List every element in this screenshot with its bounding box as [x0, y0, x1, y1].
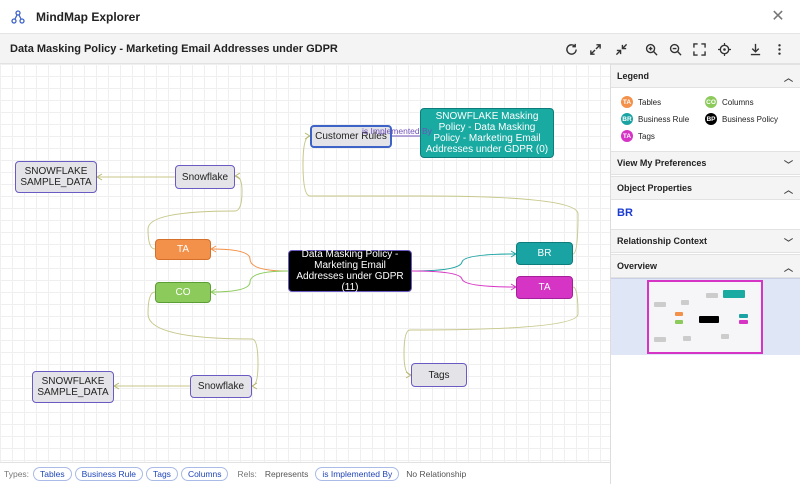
chevron-down-icon[interactable]: ﹀ — [784, 236, 793, 249]
title-bar: MindMap Explorer ✕ — [0, 0, 800, 34]
rel-chip-is-implemented-by[interactable]: is Implemented By — [315, 466, 400, 481]
legend-label: Business Policy — [722, 114, 779, 124]
link-center-co — [210, 270, 289, 293]
mini-node — [699, 316, 719, 323]
tables-node-left[interactable]: TA — [155, 239, 211, 260]
business-rule-badge: BR — [621, 113, 633, 125]
relationship-context-header[interactable]: Relationship Context ﹀ — [611, 229, 800, 253]
link-ta-tags — [403, 286, 579, 376]
chevron-down-icon[interactable]: ﹀ — [784, 158, 793, 171]
preferences-title: View My Preferences — [617, 158, 707, 168]
legend-title: Legend — [617, 71, 650, 81]
chevron-up-icon[interactable]: ︿ — [784, 183, 793, 196]
legend-item-tables: TA Tables — [621, 96, 661, 108]
close-icon[interactable]: ✕ — [770, 9, 786, 25]
link-center-ta — [210, 248, 289, 272]
object-properties-title: Object Properties — [617, 183, 693, 193]
type-chip-business-rule[interactable]: Business Rule — [74, 466, 143, 481]
preferences-header[interactable]: View My Preferences ﹀ — [611, 151, 800, 175]
sample-data-node-top[interactable]: SNOWFLAKE SAMPLE_DATA — [15, 161, 97, 193]
overview-title: Overview — [617, 261, 658, 271]
legend-item-business-rule: BR Business Rule — [621, 113, 689, 125]
mindmap-icon — [10, 9, 26, 25]
tags-badge: TA — [621, 130, 633, 142]
business-rule-node[interactable]: BR — [516, 242, 573, 265]
mini-node — [654, 337, 666, 342]
toolbar: Data Masking Policy - Marketing Email Ad… — [0, 34, 800, 64]
types-label: Types: — [4, 468, 30, 479]
legend-item-columns: CO Columns — [705, 96, 754, 108]
overview-header[interactable]: Overview ︿ — [611, 254, 800, 278]
type-chip-tags[interactable]: Tags — [145, 466, 178, 481]
collapse-icon[interactable] — [613, 41, 629, 57]
mini-node — [706, 293, 718, 298]
center-focus-icon[interactable] — [716, 41, 732, 57]
mini-node — [739, 320, 748, 324]
legend-item-business-policy: BP Business Policy — [705, 113, 778, 125]
sample-data-node-bottom[interactable]: SNOWFLAKE SAMPLE_DATA — [32, 371, 114, 403]
rel-chip-no-relationship[interactable]: No Relationship — [402, 467, 471, 480]
page-title: Data Masking Policy - Marketing Email Ad… — [10, 42, 338, 55]
mini-node — [654, 302, 666, 307]
rel-chip-represents[interactable]: Represents — [260, 467, 313, 480]
edge-label-implemented-by: is Implemented By — [362, 126, 432, 136]
link-center-tags — [411, 270, 517, 288]
zoom-out-icon[interactable] — [667, 41, 683, 57]
rels-label: Rels: — [237, 468, 257, 479]
link-center-br — [411, 253, 517, 272]
columns-node-left[interactable]: CO — [155, 282, 211, 303]
legend-label: Tables — [638, 97, 662, 107]
snowflake-node-top[interactable]: Snowflake — [175, 165, 235, 189]
relationship-context-title: Relationship Context — [617, 236, 708, 246]
app-title: MindMap Explorer — [36, 9, 141, 24]
center-node[interactable]: Data Masking Policy - Marketing Email Ad… — [288, 249, 412, 293]
expand-icon[interactable] — [587, 41, 603, 57]
type-chip-tables[interactable]: Tables — [33, 466, 72, 481]
filter-bar: Types: Tables Business Rule Tags Columns… — [0, 462, 610, 484]
tags-leaf-node[interactable]: Tags — [411, 363, 467, 387]
download-icon[interactable] — [747, 41, 763, 57]
link-co-snowflake — [147, 291, 259, 387]
snowflake-node-bottom[interactable]: Snowflake — [190, 375, 252, 398]
mini-node — [683, 336, 691, 341]
tags-node-right[interactable]: TA — [516, 276, 573, 299]
columns-badge: CO — [705, 96, 717, 108]
right-sidebar: Legend ︿ TA Tables CO Columns BR Busines… — [610, 64, 800, 484]
more-menu-icon[interactable] — [771, 41, 787, 57]
overview-viewport[interactable] — [647, 280, 763, 354]
legend-label: Tags — [638, 131, 655, 141]
chevron-up-icon[interactable]: ︿ — [784, 261, 793, 274]
object-properties-header[interactable]: Object Properties ︿ — [611, 176, 800, 200]
tables-badge: TA — [621, 96, 633, 108]
legend-label: Columns — [722, 97, 754, 107]
legend-item-tags: TA Tags — [621, 130, 655, 142]
type-chip-columns[interactable]: Columns — [180, 466, 229, 481]
mini-node — [675, 320, 683, 324]
mini-node — [723, 290, 745, 298]
mini-node — [739, 314, 748, 318]
zoom-in-icon[interactable] — [643, 41, 659, 57]
mini-node — [681, 300, 689, 305]
legend-header[interactable]: Legend ︿ — [611, 64, 800, 88]
refresh-icon[interactable] — [563, 41, 579, 57]
legend-label: Business Rule — [638, 114, 690, 124]
masking-policy-node[interactable]: SNOWFLAKE Masking Policy - Data Masking … — [420, 108, 554, 158]
mindmap-canvas[interactable]: Data Masking Policy - Marketing Email Ad… — [0, 64, 610, 462]
business-policy-badge: BP — [705, 113, 717, 125]
mini-node — [721, 334, 729, 339]
overview-minimap[interactable] — [611, 278, 800, 355]
mini-node — [675, 312, 683, 316]
chevron-up-icon[interactable]: ︿ — [784, 71, 793, 84]
fit-screen-icon[interactable] — [691, 41, 707, 57]
object-properties-value: BR — [617, 207, 633, 219]
